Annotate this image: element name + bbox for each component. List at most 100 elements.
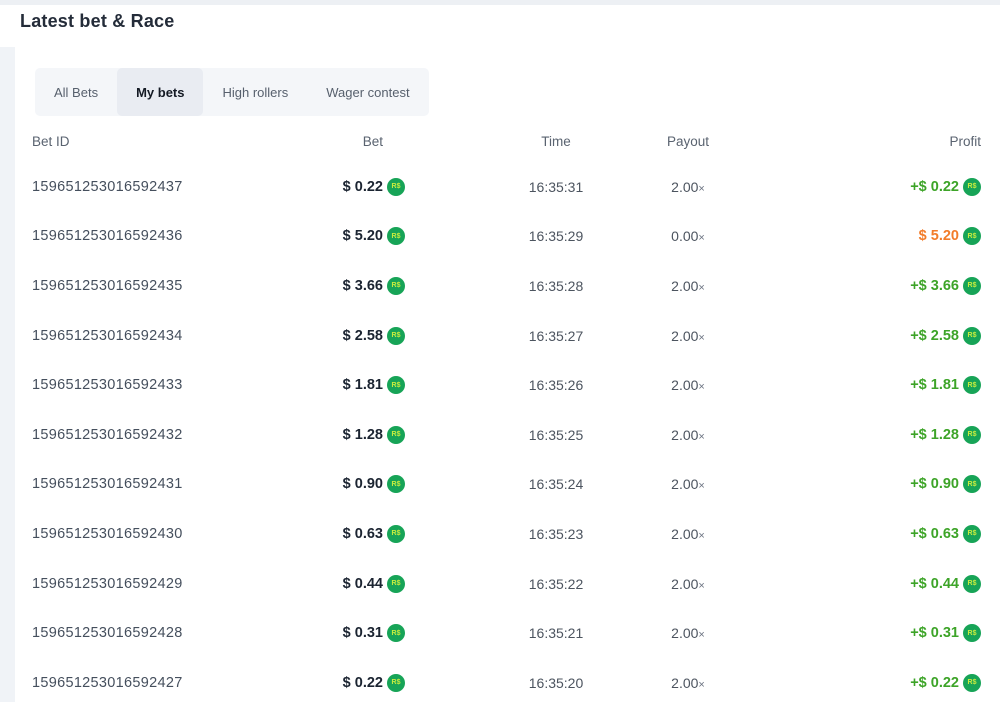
- column-header-time: Time: [502, 134, 610, 149]
- bet-amount-cell: $ 0.90 R$: [305, 475, 405, 493]
- multiplier-x-symbol: ×: [698, 183, 704, 195]
- payout-cell: 2.00×: [628, 526, 748, 542]
- table-row[interactable]: 159651253016592429 $ 0.44 R$ 16:35:22 2.…: [15, 559, 1000, 609]
- bet-amount: $ 1.28: [343, 427, 383, 443]
- table-row[interactable]: 159651253016592431 $ 0.90 R$ 16:35:24 2.…: [15, 460, 1000, 510]
- bet-amount: $ 0.22: [343, 675, 383, 691]
- payout-multiplier: 2.00: [671, 675, 698, 691]
- currency-icon: R$: [387, 624, 405, 642]
- currency-icon: R$: [387, 178, 405, 196]
- bets-tab-bar: All Bets My bets High rollers Wager cont…: [35, 68, 429, 116]
- payout-multiplier: 2.00: [671, 328, 698, 344]
- profit-cell: +$ 3.66 R$: [748, 277, 981, 295]
- multiplier-x-symbol: ×: [698, 232, 704, 244]
- table-row[interactable]: 159651253016592427 $ 0.22 R$ 16:35:20 2.…: [15, 658, 1000, 702]
- currency-icon: R$: [963, 624, 981, 642]
- latest-bets-panel: All Bets My bets High rollers Wager cont…: [15, 47, 1000, 702]
- column-header-bet: Bet: [305, 134, 405, 149]
- payout-multiplier: 0.00: [671, 228, 698, 244]
- currency-icon: R$: [387, 327, 405, 345]
- multiplier-x-symbol: ×: [698, 530, 704, 542]
- time-cell: 16:35:23: [502, 526, 610, 542]
- bet-amount-cell: $ 0.22 R$: [305, 178, 405, 196]
- time-cell: 16:35:24: [502, 476, 610, 492]
- time-cell: 16:35:21: [502, 625, 610, 641]
- page-top-edge: [0, 0, 1000, 5]
- payout-cell: 2.00×: [628, 179, 748, 195]
- currency-icon: R$: [963, 376, 981, 394]
- profit-amount: +$ 1.28: [910, 427, 959, 443]
- payout-cell: 2.00×: [628, 328, 748, 344]
- tab-all-bets[interactable]: All Bets: [35, 68, 117, 116]
- currency-icon: R$: [963, 575, 981, 593]
- table-row[interactable]: 159651253016592435 $ 3.66 R$ 16:35:28 2.…: [15, 261, 1000, 311]
- payout-multiplier: 2.00: [671, 179, 698, 195]
- currency-icon: R$: [963, 227, 981, 245]
- time-cell: 16:35:20: [502, 675, 610, 691]
- time-cell: 16:35:29: [502, 228, 610, 244]
- bet-amount-cell: $ 0.31 R$: [305, 624, 405, 642]
- bet-amount: $ 0.44: [343, 576, 383, 592]
- bet-amount: $ 3.66: [343, 278, 383, 294]
- table-row[interactable]: 159651253016592433 $ 1.81 R$ 16:35:26 2.…: [15, 360, 1000, 410]
- payout-cell: 2.00×: [628, 675, 748, 691]
- bet-amount-cell: $ 0.63 R$: [305, 525, 405, 543]
- table-body: 159651253016592437 $ 0.22 R$ 16:35:31 2.…: [15, 162, 1000, 702]
- profit-amount: +$ 0.31: [910, 625, 959, 641]
- bet-id-cell: 159651253016592430: [32, 526, 305, 542]
- multiplier-x-symbol: ×: [698, 580, 704, 592]
- multiplier-x-symbol: ×: [698, 381, 704, 393]
- profit-cell: +$ 2.58 R$: [748, 327, 981, 345]
- column-header-payout: Payout: [628, 134, 748, 149]
- payout-cell: 2.00×: [628, 476, 748, 492]
- multiplier-x-symbol: ×: [698, 431, 704, 443]
- tab-high-rollers[interactable]: High rollers: [203, 68, 307, 116]
- bet-id-cell: 159651253016592433: [32, 377, 305, 393]
- tab-wager-contest[interactable]: Wager contest: [307, 68, 428, 116]
- payout-cell: 0.00×: [628, 228, 748, 244]
- payout-multiplier: 2.00: [671, 526, 698, 542]
- profit-cell: +$ 0.22 R$: [748, 178, 981, 196]
- currency-icon: R$: [963, 327, 981, 345]
- page-title: Latest bet & Race: [20, 11, 174, 32]
- profit-cell: +$ 1.28 R$: [748, 426, 981, 444]
- profit-amount: $ 5.20: [919, 228, 959, 244]
- time-cell: 16:35:27: [502, 328, 610, 344]
- profit-amount: +$ 0.22: [910, 179, 959, 195]
- table-row[interactable]: 159651253016592437 $ 0.22 R$ 16:35:31 2.…: [15, 162, 1000, 212]
- payout-cell: 2.00×: [628, 625, 748, 641]
- profit-amount: +$ 3.66: [910, 278, 959, 294]
- currency-icon: R$: [387, 674, 405, 692]
- column-header-bet-id: Bet ID: [32, 134, 305, 149]
- bet-id-cell: 159651253016592431: [32, 476, 305, 492]
- bet-id-cell: 159651253016592429: [32, 576, 305, 592]
- bet-amount: $ 0.63: [343, 526, 383, 542]
- profit-amount: +$ 2.58: [910, 328, 959, 344]
- currency-icon: R$: [387, 426, 405, 444]
- profit-cell: $ 5.20 R$: [748, 227, 981, 245]
- table-row[interactable]: 159651253016592436 $ 5.20 R$ 16:35:29 0.…: [15, 212, 1000, 262]
- bet-amount-cell: $ 0.44 R$: [305, 575, 405, 593]
- currency-icon: R$: [963, 674, 981, 692]
- bet-amount-cell: $ 3.66 R$: [305, 277, 405, 295]
- profit-cell: +$ 0.22 R$: [748, 674, 981, 692]
- tab-my-bets[interactable]: My bets: [117, 68, 203, 116]
- table-row[interactable]: 159651253016592430 $ 0.63 R$ 16:35:23 2.…: [15, 509, 1000, 559]
- bet-amount: $ 2.58: [343, 328, 383, 344]
- multiplier-x-symbol: ×: [698, 332, 704, 344]
- table-row[interactable]: 159651253016592428 $ 0.31 R$ 16:35:21 2.…: [15, 608, 1000, 658]
- payout-cell: 2.00×: [628, 576, 748, 592]
- currency-icon: R$: [387, 575, 405, 593]
- currency-icon: R$: [387, 525, 405, 543]
- table-row[interactable]: 159651253016592432 $ 1.28 R$ 16:35:25 2.…: [15, 410, 1000, 460]
- payout-multiplier: 2.00: [671, 377, 698, 393]
- table-row[interactable]: 159651253016592434 $ 2.58 R$ 16:35:27 2.…: [15, 311, 1000, 361]
- page-left-gutter: [0, 47, 15, 702]
- profit-amount: +$ 0.90: [910, 476, 959, 492]
- bet-amount-cell: $ 0.22 R$: [305, 674, 405, 692]
- time-cell: 16:35:26: [502, 377, 610, 393]
- bet-id-cell: 159651253016592437: [32, 179, 305, 195]
- bet-amount-cell: $ 5.20 R$: [305, 227, 405, 245]
- bet-amount: $ 5.20: [343, 228, 383, 244]
- bet-amount-cell: $ 2.58 R$: [305, 327, 405, 345]
